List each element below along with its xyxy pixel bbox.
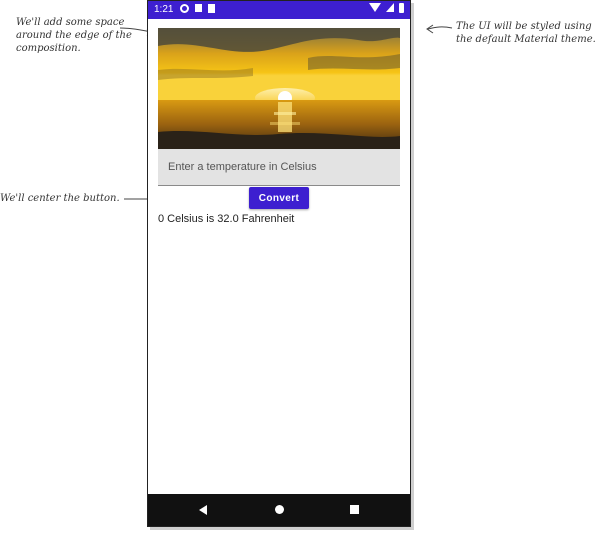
wifi-icon [369,3,381,12]
cell-signal-icon [386,3,394,12]
status-bar: 1:21 [148,1,410,19]
recents-icon[interactable] [350,505,359,514]
status-time: 1:21 [154,4,174,15]
screenshot-stage: We'll add some space around the edge of … [0,0,600,543]
annotation-spacing: We'll add some space around the edge of … [16,17,132,54]
annotation-theme: The UI will be styled using the default … [456,21,596,45]
main-content: Convert 0 Celsius is 32.0 Fahrenheit [158,28,400,225]
sd-card-icon [208,4,215,13]
sunset-image [158,28,400,149]
temperature-input[interactable] [158,149,400,186]
annotation-center-button: We'll center the button. [0,193,120,204]
settings-gear-icon [180,4,189,13]
back-icon[interactable] [199,505,207,515]
conversion-result: 0 Celsius is 32.0 Fahrenheit [158,213,295,225]
home-icon[interactable] [275,505,284,514]
button-row: Convert [158,187,400,209]
phone-frame: 1:21 Enter a temperature in Celsius Conv… [147,0,411,527]
battery-icon [399,3,404,13]
convert-button[interactable]: Convert [249,187,309,209]
navigation-bar [148,494,410,526]
notification-icon [195,4,202,12]
